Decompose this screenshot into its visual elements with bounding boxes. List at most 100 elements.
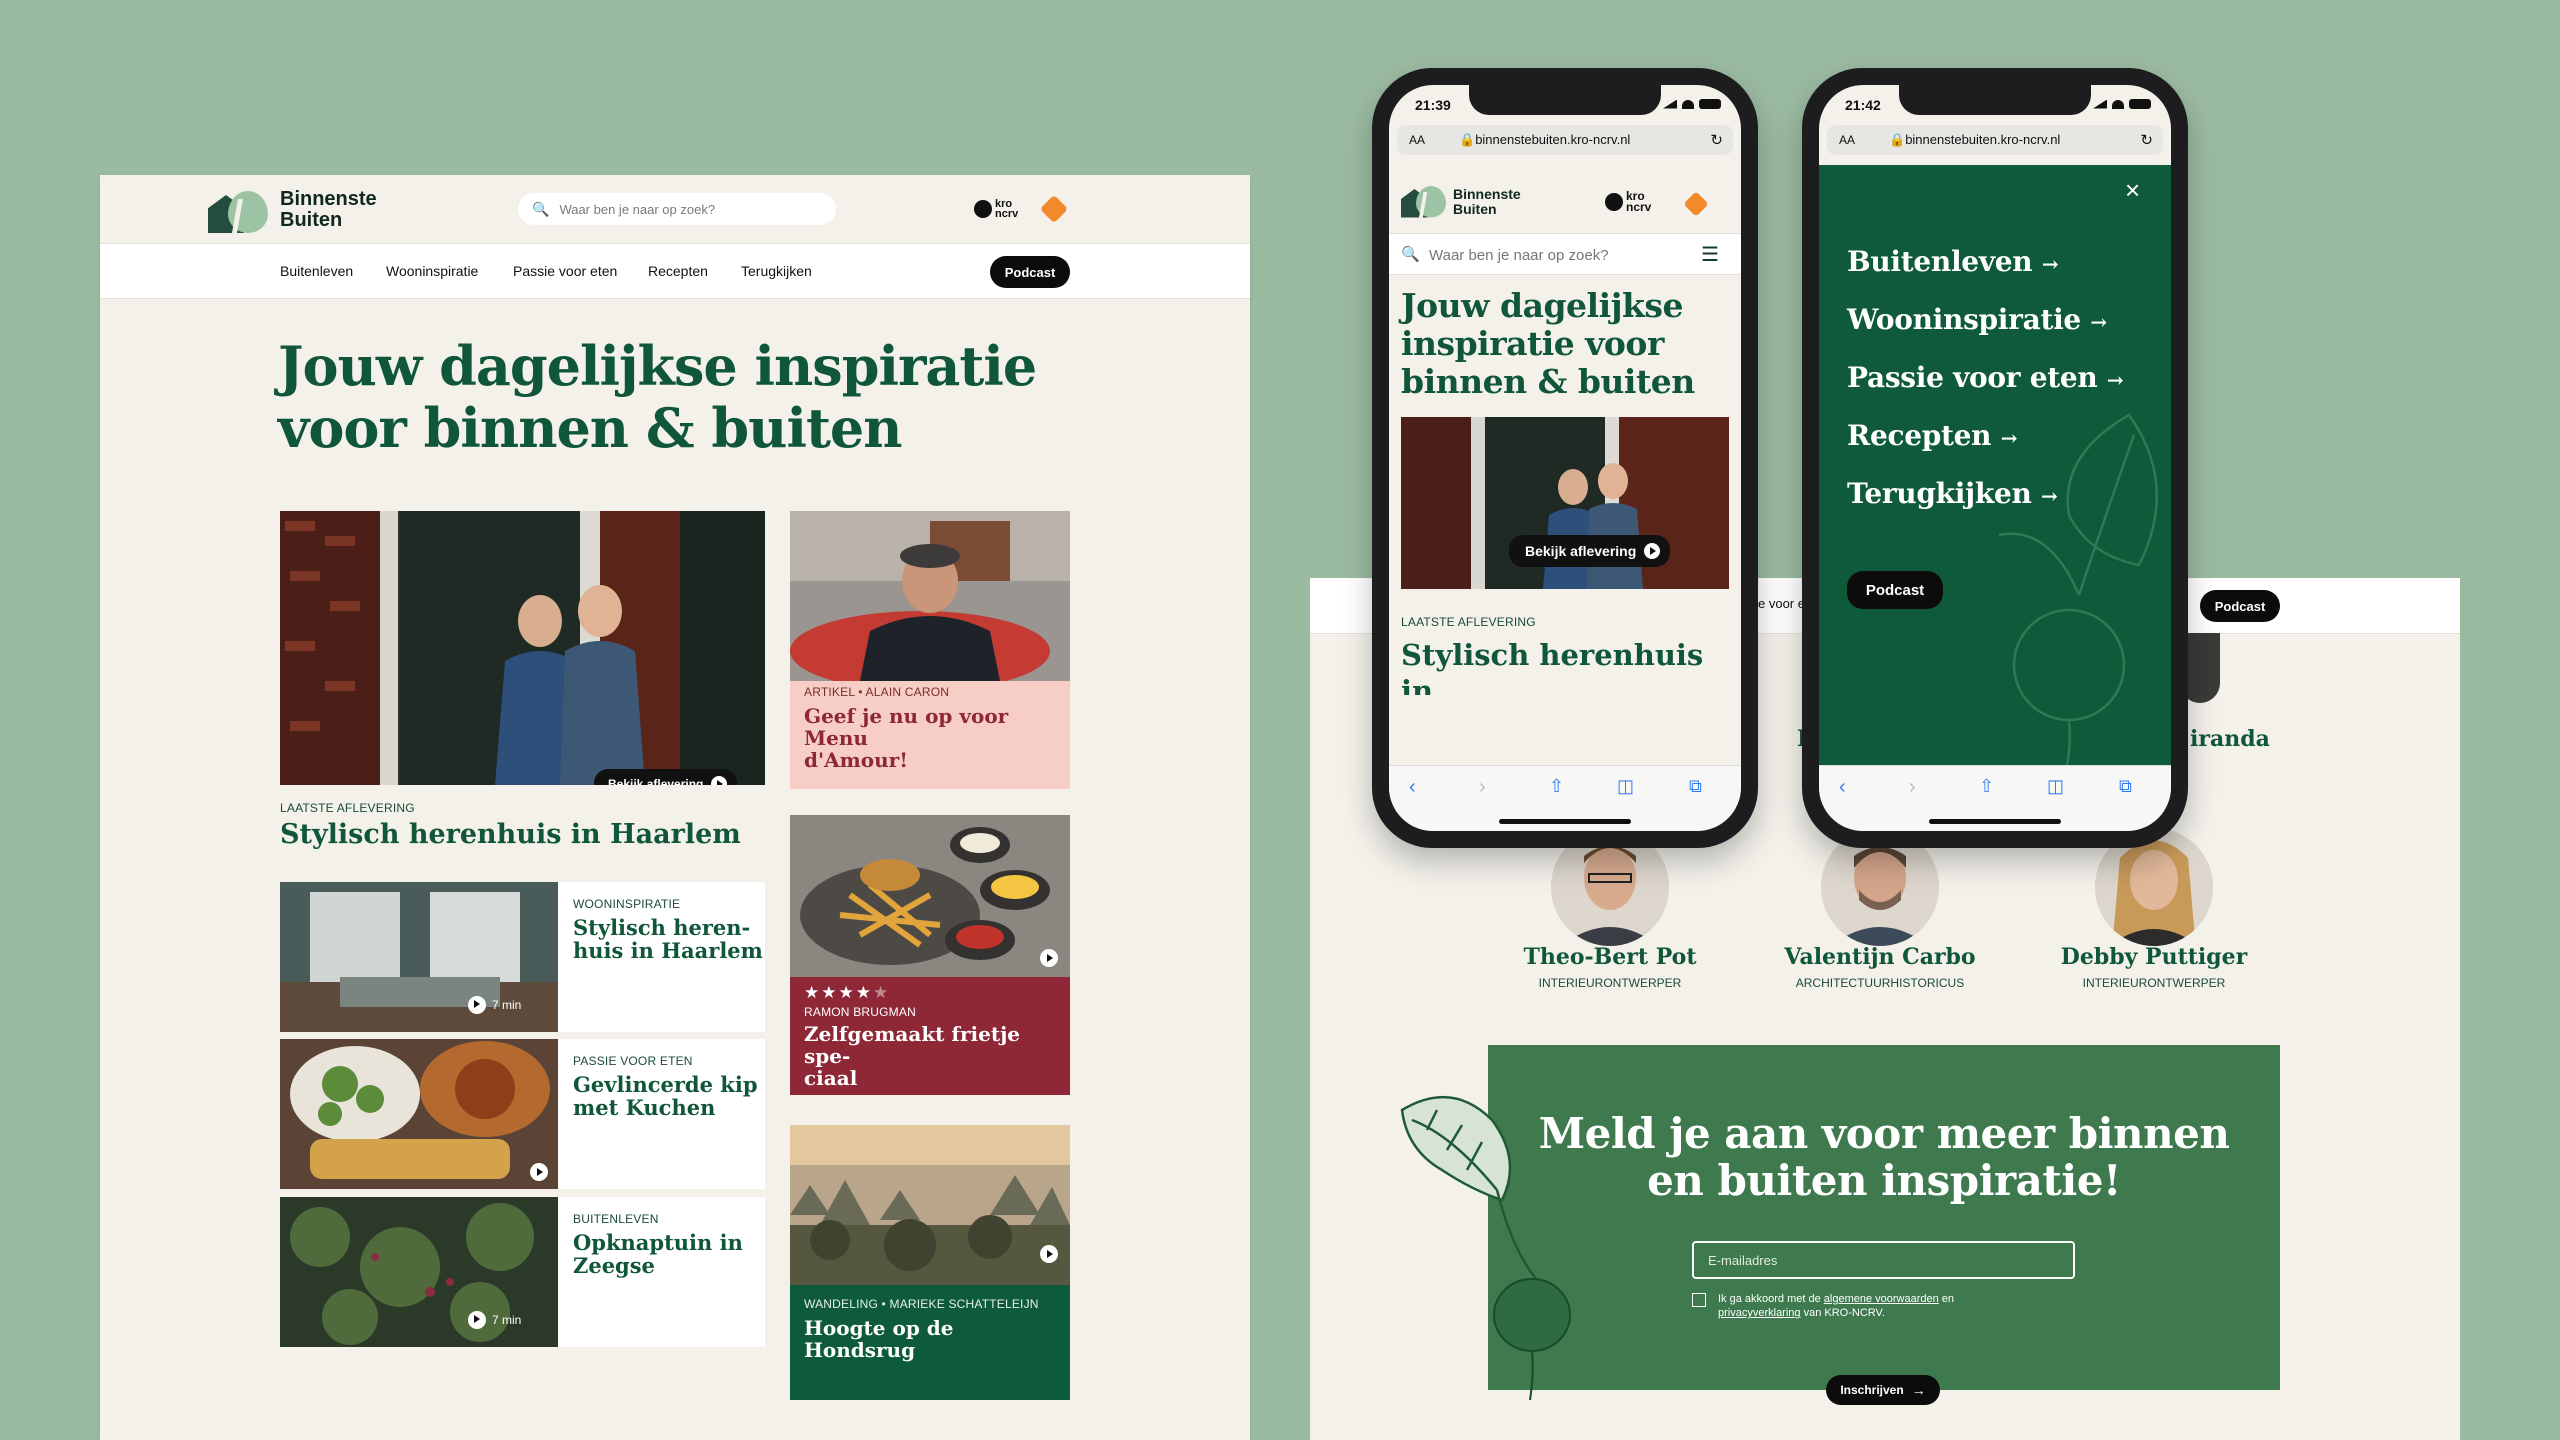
small-card-3-kicker: BUITENLEVEN — [573, 1212, 659, 1226]
menu-link-passie-voor-eten[interactable]: Passie voor eten → — [1847, 361, 2124, 394]
person-name-1[interactable]: Theo-Bert Pot — [1470, 944, 1750, 970]
page-title: Jouw dagelijkse inspiratie voor binnen &… — [278, 334, 1037, 459]
browser-url-bar[interactable]: AA 🔒binnenstebuiten.kro-ncrv.nl ↻ — [1827, 125, 2163, 155]
person-role-1: INTERIEURONTWERPER — [1538, 976, 1682, 990]
podcast-button[interactable]: Podcast — [990, 256, 1070, 288]
status-bar-icons — [2093, 99, 2151, 109]
menu-link-recepten[interactable]: Recepten → — [1847, 419, 2017, 452]
small-card-3-image: 7 min — [280, 1197, 558, 1347]
watch-episode-button[interactable]: Bekijk aflevering — [594, 769, 738, 785]
nav-recepten[interactable]: Recepten — [648, 263, 708, 279]
terms-link-conditions[interactable]: algemene voorwaarden — [1824, 1293, 1939, 1305]
beet-illustration-icon — [1400, 1095, 1571, 1400]
arrow-right-icon: → — [2090, 310, 2107, 334]
side-card-friet[interactable]: ★★★★★ RAMON BRUGMAN Zelfgemaakt frietje … — [790, 815, 1070, 1095]
reload-icon[interactable]: ↻ — [1710, 131, 1723, 149]
newsletter-title-line-2: en buiten inspiratie! — [1647, 1156, 2121, 1206]
side-card-1-title: Geef je nu op voor Menu d'Amour! — [804, 705, 1070, 771]
hamburger-menu-icon[interactable]: ☰ — [1701, 242, 1719, 267]
desktop-page-mockup: Binnenste Buiten 🔍 Waar ben je naar op z… — [100, 175, 1250, 1440]
signal-icon — [2093, 99, 2107, 109]
arrow-right-icon: → — [2000, 426, 2018, 450]
share-icon[interactable]: ⇧ — [1549, 776, 1564, 797]
title-line-2: Zeegse — [573, 1253, 655, 1279]
terms-checkbox[interactable] — [1692, 1293, 1706, 1307]
small-card-2[interactable]: PASSIE VOOR ETEN Gevlincerde kip met Kuc… — [280, 1039, 765, 1189]
reader-aa-button[interactable]: AA — [1839, 133, 1855, 147]
star-icon: ★ — [873, 983, 891, 1002]
page-title-line-3: binnen & buiten — [1401, 362, 1695, 401]
url-value: binnenstebuiten.kro-ncrv.nl — [1905, 132, 2061, 147]
star-icon: ★ — [855, 983, 873, 1002]
site-logo-icon[interactable] — [208, 187, 270, 235]
nav-wooninspiratie[interactable]: Wooninspiratie — [386, 263, 478, 279]
status-bar-time: 21:39 — [1415, 97, 1451, 113]
bookmarks-icon[interactable]: ◫ — [2047, 776, 2064, 797]
nav-fragment[interactable]: e voor e — [1758, 596, 1805, 611]
title-line-2: d'Amour! — [804, 748, 908, 772]
forward-icon[interactable]: › — [1479, 776, 1486, 799]
play-icon — [468, 1311, 486, 1329]
person-name-3[interactable]: Debby Puttiger — [2014, 944, 2294, 970]
kro-ncrv-logo[interactable]: kro ncrv — [974, 198, 1018, 220]
site-logo-icon[interactable] — [1401, 183, 1448, 219]
menu-link-terugkijken[interactable]: Terugkijken → — [1847, 477, 2058, 510]
reload-icon[interactable]: ↻ — [2140, 131, 2153, 149]
play-icon — [530, 1163, 548, 1181]
terms-text: Ik ga akkoord met de algemene voorwaarde… — [1718, 1292, 1954, 1321]
featured-episode-image[interactable]: Bekijk aflevering — [280, 511, 765, 785]
menu-link-buitenleven[interactable]: Buitenleven → — [1847, 245, 2059, 278]
page-title-line-2: inspiratie voor — [1401, 324, 1664, 363]
reader-aa-button[interactable]: AA — [1409, 133, 1425, 147]
back-icon[interactable]: ‹ — [1839, 776, 1846, 799]
signal-icon — [1663, 99, 1677, 109]
menu-label: Terugkijken — [1847, 477, 2032, 510]
search-input[interactable]: 🔍 Waar ben je naar op zoek? — [518, 193, 836, 225]
side-card-menu-damour[interactable]: ARTIKEL • ALAIN CARON Geef je nu op voor… — [790, 511, 1070, 789]
kro-ncrv-logo[interactable]: kro ncrv — [1605, 190, 1651, 214]
nav-buitenleven[interactable]: Buitenleven — [280, 263, 353, 279]
podcast-button[interactable]: Podcast — [1847, 571, 1943, 609]
featured-episode-image[interactable]: Bekijk aflevering — [1401, 417, 1729, 589]
person-role-2: ARCHITECTUURHISTORICUS — [1795, 976, 1965, 990]
browser-url-bar[interactable]: AA 🔒binnenstebuiten.kro-ncrv.nl ↻ — [1397, 125, 1733, 155]
featured-title[interactable]: Stylisch herenhuis in Haarlem — [280, 820, 741, 850]
menu-link-wooninspiratie[interactable]: Wooninspiratie → — [1847, 303, 2107, 336]
small-card-1-kicker: WOONINSPIRATIE — [573, 897, 681, 911]
email-field[interactable]: E-mailadres — [1692, 1241, 2075, 1279]
podcast-button-2[interactable]: Podcast — [2200, 590, 2280, 622]
small-card-1[interactable]: 7 min WOONINSPIRATIE Stylisch heren- hui… — [280, 882, 765, 1032]
nav-passie-voor-eten[interactable]: Passie voor eten — [513, 263, 617, 279]
watch-episode-button[interactable]: Bekijk aflevering — [1509, 535, 1671, 567]
lock-icon: 🔒 — [1889, 132, 1906, 147]
tabs-icon[interactable]: ⧉ — [2119, 776, 2132, 797]
featured-title[interactable]: Stylisch herenhuis in H — [1401, 637, 1741, 695]
arrow-right-icon: → — [1911, 1382, 1926, 1398]
back-icon[interactable]: ‹ — [1409, 776, 1416, 799]
bookmarks-icon[interactable]: ◫ — [1617, 776, 1634, 797]
subscribe-button[interactable]: Inschrijven → — [1826, 1375, 1940, 1405]
terms-mid: en — [1938, 1293, 1955, 1305]
page-title-line-1: Jouw dagelijkse inspiratie — [278, 334, 1037, 398]
play-icon — [1040, 949, 1058, 967]
person-name-2[interactable]: Valentijn Carbo — [1740, 944, 2020, 970]
site-logo-text[interactable]: Binnenste Buiten — [280, 189, 377, 231]
mobile-search-bar[interactable]: 🔍 Waar ben je naar op zoek? ☰ — [1389, 233, 1741, 275]
side-card-hondsrug[interactable]: WANDELING • MARIEKE SCHATTELEIJN Hoogte … — [790, 1125, 1070, 1400]
email-placeholder: E-mailadres — [1708, 1252, 1778, 1268]
duration-label: 7 min — [492, 1313, 522, 1327]
terms-post: van KRO-NCRV. — [1800, 1307, 1885, 1320]
page-title: Jouw dagelijkse inspiratie voor binnen &… — [1401, 287, 1695, 401]
battery-icon — [1699, 99, 1721, 109]
terms-link-privacy[interactable]: privacyverklaring — [1718, 1307, 1801, 1319]
small-card-3[interactable]: 7 min BUITENLEVEN Opknaptuin in Zeegse — [280, 1197, 765, 1347]
nav-terugkijken[interactable]: Terugkijken — [741, 263, 812, 279]
npo-start-logo-icon[interactable] — [1683, 191, 1709, 217]
tabs-icon[interactable]: ⧉ — [1689, 776, 1702, 797]
share-icon[interactable]: ⇧ — [1979, 776, 1994, 797]
close-menu-icon[interactable]: × — [2125, 175, 2140, 206]
npo-start-logo-icon[interactable] — [1039, 194, 1069, 224]
site-header: Binnenste Buiten 🔍 Waar ben je naar op z… — [100, 175, 1250, 243]
forward-icon[interactable]: › — [1909, 776, 1916, 799]
site-logo-text[interactable]: Binnenste Buiten — [1453, 187, 1521, 216]
